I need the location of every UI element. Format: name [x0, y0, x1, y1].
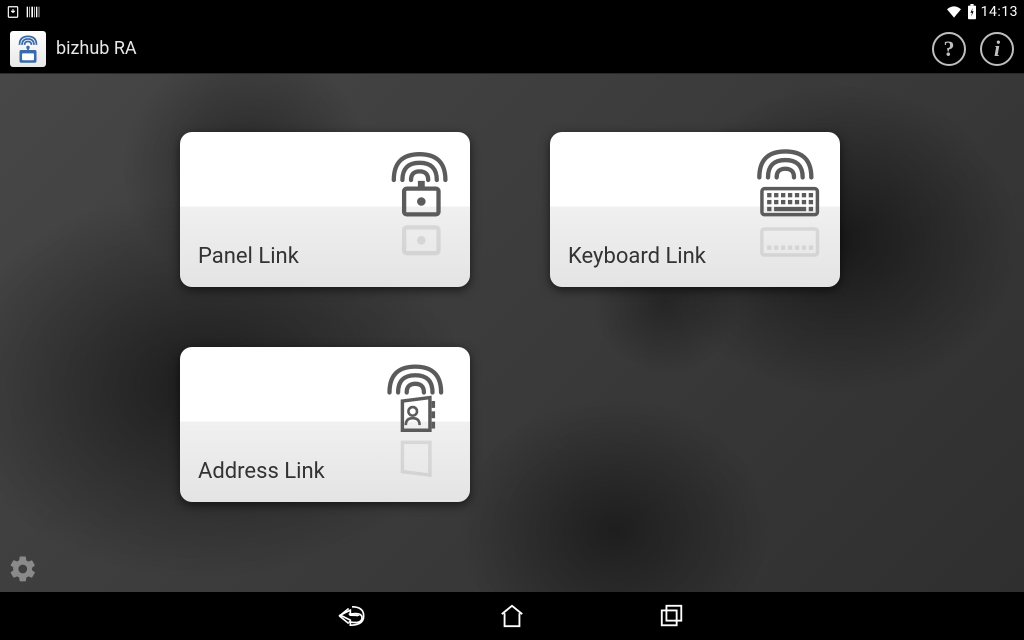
keyboard-link-icon-reflection — [736, 222, 826, 262]
address-link-icon — [366, 355, 456, 435]
help-button[interactable]: ? — [932, 32, 966, 66]
app-title: bizhub RA — [56, 38, 922, 59]
status-time: 14:13 — [981, 4, 1018, 20]
app-bar: bizhub RA ? i — [0, 24, 1024, 74]
barcode-notification-icon — [26, 5, 42, 19]
keyboard-link-icon — [736, 140, 826, 220]
panel-link-tile[interactable]: Panel Link — [180, 132, 470, 287]
battery-charging-icon — [967, 4, 977, 20]
keyboard-link-label: Keyboard Link — [568, 244, 706, 269]
keyboard-link-tile[interactable]: Keyboard Link — [550, 132, 840, 287]
wifi-icon — [945, 5, 963, 19]
address-link-icon-reflection — [366, 437, 456, 477]
nav-back-button[interactable] — [332, 596, 372, 636]
panel-link-icon — [366, 140, 456, 220]
info-button[interactable]: i — [980, 32, 1014, 66]
nav-recent-button[interactable] — [652, 596, 692, 636]
download-notification-icon — [6, 5, 20, 19]
address-link-tile[interactable]: Address Link — [180, 347, 470, 502]
main-content: Panel Link — [0, 74, 1024, 592]
android-status-bar: 14:13 — [0, 0, 1024, 24]
settings-button[interactable] — [6, 552, 40, 586]
address-link-label: Address Link — [198, 459, 325, 484]
android-nav-bar — [0, 592, 1024, 640]
app-logo-icon — [10, 31, 46, 67]
panel-link-label: Panel Link — [198, 244, 299, 269]
panel-link-icon-reflection — [366, 222, 456, 262]
nav-home-button[interactable] — [492, 596, 532, 636]
